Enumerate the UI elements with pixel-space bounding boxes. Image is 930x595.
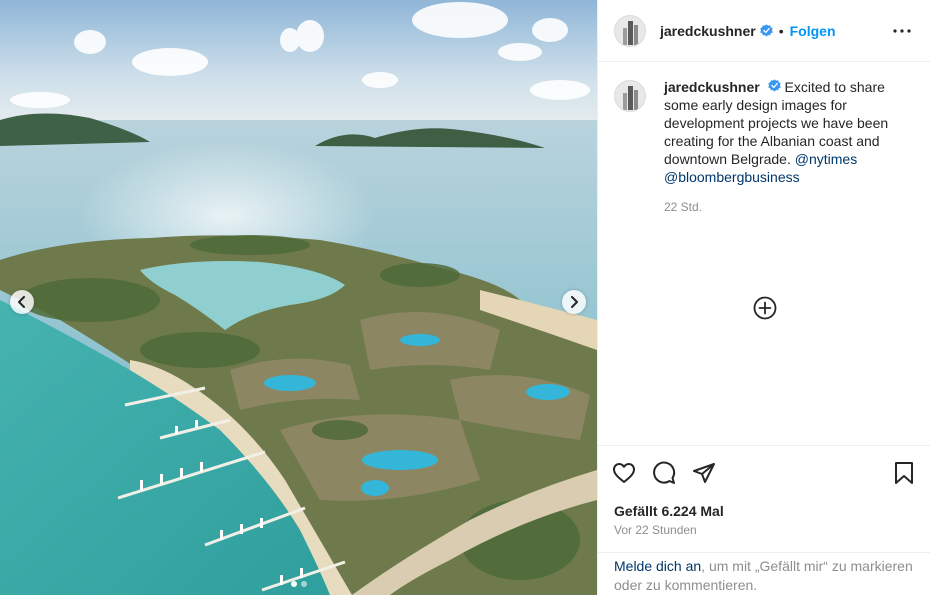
- post-header: jaredckushner • Folgen: [598, 0, 930, 62]
- plus-circle-icon[interactable]: [753, 296, 777, 320]
- carousel-dot-1: [290, 581, 297, 587]
- post-sidebar: jaredckushner • Folgen jaredckushner Exc…: [597, 0, 930, 595]
- login-link[interactable]: Melde dich an: [614, 558, 701, 574]
- avatar[interactable]: [614, 14, 646, 47]
- mention-link-nytimes[interactable]: @nytimes: [795, 151, 857, 167]
- aerial-resort-image: [0, 0, 597, 595]
- caption-avatar[interactable]: [614, 80, 646, 112]
- header-separator: •: [778, 22, 784, 39]
- likes-count[interactable]: Gefällt 6.224 Mal: [598, 502, 930, 520]
- carousel-indicator: [0, 581, 597, 587]
- verified-badge-icon: [767, 79, 781, 92]
- caption-username[interactable]: jaredckushner: [664, 79, 760, 95]
- carousel-next-button[interactable]: [562, 290, 586, 314]
- chevron-right-icon: [571, 296, 578, 308]
- comment-icon[interactable]: [652, 461, 676, 485]
- more-options-icon[interactable]: [890, 19, 914, 43]
- paper-plane-icon[interactable]: [692, 461, 716, 485]
- header-username[interactable]: jaredckushner: [660, 23, 756, 39]
- mention-link-bloombergbusiness[interactable]: @bloombergbusiness: [664, 169, 800, 185]
- carousel-prev-button[interactable]: [10, 290, 34, 314]
- chevron-left-icon: [18, 296, 25, 308]
- heart-icon[interactable]: [612, 461, 636, 485]
- caption-timestamp: 22 Std.: [664, 200, 703, 214]
- caption: jaredckushner Excited to share some earl…: [614, 78, 914, 216]
- caption-body: jaredckushner Excited to share some earl…: [664, 78, 899, 216]
- carousel-dot-2: [300, 581, 307, 587]
- follow-button[interactable]: Folgen: [790, 23, 836, 39]
- login-prompt: Melde dich an, um mit „Gefällt mir“ zu m…: [598, 552, 930, 595]
- post-media[interactable]: [0, 0, 597, 595]
- comments-section: jaredckushner Excited to share some earl…: [598, 62, 930, 446]
- bookmark-icon[interactable]: [892, 461, 916, 485]
- verified-badge-icon: [760, 24, 773, 37]
- action-bar: [598, 446, 930, 500]
- post-timestamp: Vor 22 Stunden: [614, 523, 697, 537]
